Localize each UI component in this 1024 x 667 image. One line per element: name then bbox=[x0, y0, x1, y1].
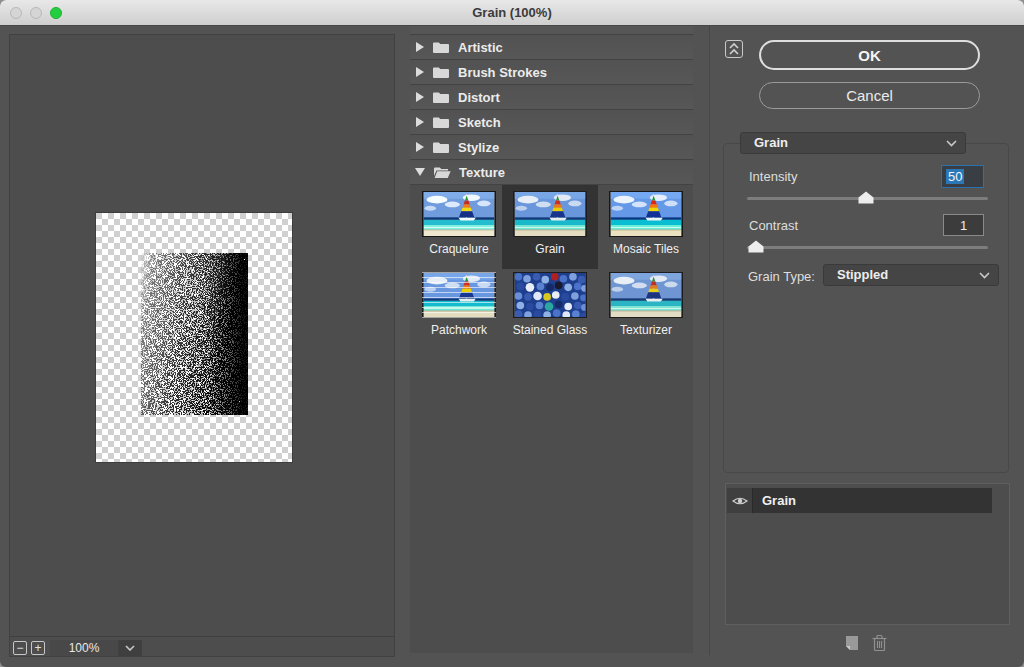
title-bar: Grain (100%) bbox=[0, 0, 1024, 26]
contrast-input[interactable]: 1 bbox=[943, 214, 984, 236]
category-stylize[interactable]: Stylize bbox=[410, 134, 693, 159]
disclosure-triangle-icon[interactable] bbox=[416, 92, 424, 102]
effect-layers-list: Grain bbox=[725, 483, 1010, 625]
zoom-level-control: 100% bbox=[50, 640, 142, 656]
grain-type-dropdown[interactable]: Stippled bbox=[823, 264, 999, 286]
chevron-down-icon bbox=[979, 272, 990, 279]
disclosure-triangle-icon[interactable] bbox=[415, 168, 425, 176]
disclosure-triangle-icon[interactable] bbox=[416, 117, 424, 127]
effect-layer-label: Grain bbox=[762, 488, 796, 513]
category-sketch[interactable]: Sketch bbox=[410, 109, 693, 134]
filter-gallery-dialog: Grain (100%) bbox=[0, 0, 1024, 667]
grain-preview-thumb-image bbox=[513, 191, 587, 237]
zoom-level-dropdown[interactable] bbox=[118, 640, 142, 656]
eye-icon bbox=[732, 496, 748, 506]
folder-icon bbox=[432, 91, 450, 104]
zoom-out-button[interactable]: − bbox=[13, 641, 27, 655]
cancel-button[interactable]: Cancel bbox=[759, 82, 980, 109]
mosaic-tiles-preview-image bbox=[609, 191, 683, 237]
contrast-label: Contrast bbox=[749, 218, 798, 234]
zoom-level-value: 100% bbox=[50, 640, 118, 656]
window-title: Grain (100%) bbox=[0, 0, 1024, 26]
texturizer-preview-image bbox=[609, 272, 683, 318]
patchwork-stripes-overlay bbox=[422, 272, 496, 318]
filter-selector-dropdown[interactable]: Grain bbox=[740, 132, 966, 154]
category-distort[interactable]: Distort bbox=[410, 84, 693, 109]
double-chevron-up-icon bbox=[726, 41, 742, 57]
folder-icon bbox=[432, 116, 450, 129]
thumbnail-stained-glass[interactable]: Stained Glass bbox=[502, 266, 598, 350]
layer-visibility-toggle[interactable] bbox=[727, 488, 753, 513]
delete-effect-layer-button[interactable] bbox=[871, 634, 888, 652]
effect-layer-row-grain[interactable]: Grain bbox=[727, 488, 992, 513]
contrast-slider-thumb[interactable] bbox=[748, 240, 764, 253]
panel-divider bbox=[709, 26, 710, 655]
category-texture[interactable]: Texture bbox=[410, 159, 693, 184]
thumbnail-grain[interactable]: Grain bbox=[502, 185, 598, 269]
intensity-input[interactable]: 50 bbox=[941, 165, 984, 188]
disclosure-triangle-icon[interactable] bbox=[416, 67, 424, 77]
grain-type-label: Grain Type: bbox=[748, 269, 815, 285]
filter-thumbnails: Craquelure Grain Mosaic Tiles Patchwork … bbox=[410, 184, 693, 185]
collapse-thumbnails-button[interactable] bbox=[725, 40, 743, 58]
intensity-slider-thumb[interactable] bbox=[858, 191, 874, 204]
disclosure-triangle-icon[interactable] bbox=[416, 142, 424, 152]
folder-open-icon bbox=[433, 166, 451, 179]
contrast-slider-track[interactable] bbox=[747, 246, 988, 249]
grain-preview-image bbox=[141, 253, 248, 415]
new-effect-layer-button[interactable] bbox=[842, 635, 860, 651]
settings-panel: OK Cancel Grain Intensity 50 Contrast 1 … bbox=[711, 26, 1024, 667]
intensity-label: Intensity bbox=[749, 169, 797, 185]
disclosure-triangle-icon[interactable] bbox=[416, 42, 424, 52]
thumbnail-mosaic-tiles[interactable]: Mosaic Tiles bbox=[598, 185, 694, 269]
filter-browser: Artistic Brush Strokes Distort Sketch St bbox=[410, 26, 693, 653]
preview-document bbox=[96, 213, 292, 462]
thumbnail-craquelure[interactable]: Craquelure bbox=[411, 185, 507, 269]
thumbnail-texturizer[interactable]: Texturizer bbox=[598, 266, 694, 350]
craquelure-preview-image bbox=[422, 191, 496, 237]
category-brush-strokes[interactable]: Brush Strokes bbox=[410, 59, 693, 84]
zoom-in-button[interactable]: + bbox=[31, 641, 45, 655]
folder-icon bbox=[432, 141, 450, 154]
folder-icon bbox=[432, 41, 450, 54]
preview-panel: − + 100% bbox=[9, 34, 395, 657]
zoom-bar-separator bbox=[10, 636, 394, 637]
chevron-down-icon bbox=[125, 645, 135, 651]
ok-button[interactable]: OK bbox=[759, 40, 980, 70]
chevron-down-icon bbox=[946, 140, 957, 147]
category-artistic[interactable]: Artistic bbox=[410, 34, 693, 59]
stained-glass-preview-image bbox=[513, 272, 587, 318]
folder-icon bbox=[432, 66, 450, 79]
thumbnail-patchwork[interactable]: Patchwork bbox=[411, 266, 507, 350]
